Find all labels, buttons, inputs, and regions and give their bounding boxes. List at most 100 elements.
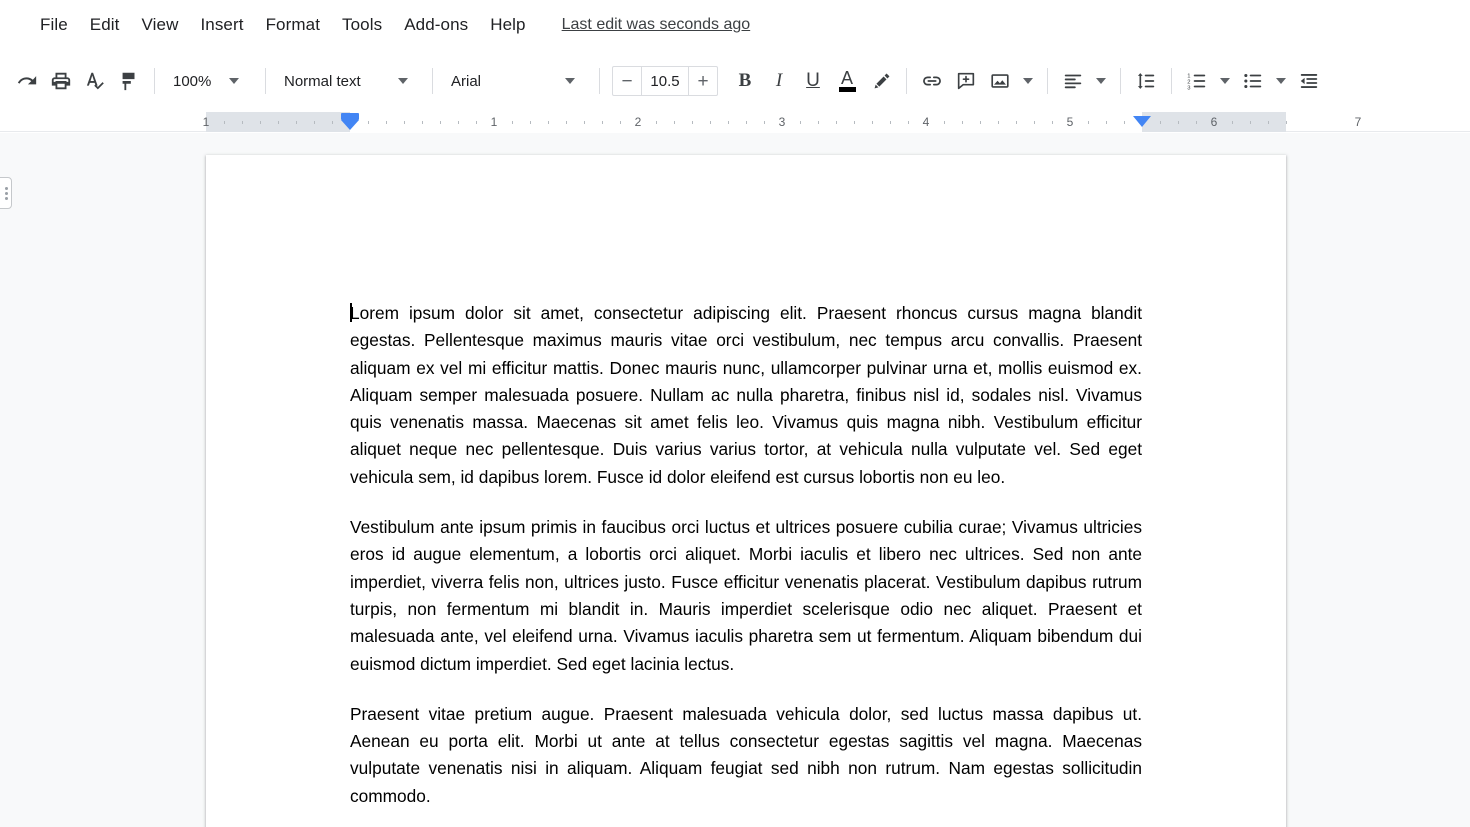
font-family-label: Arial	[451, 72, 482, 90]
ruler-number: 1	[202, 115, 210, 129]
print-button[interactable]	[44, 64, 78, 98]
ruler-tick	[818, 121, 819, 124]
insert-link-icon	[921, 70, 943, 92]
ruler-tick	[908, 121, 909, 124]
ruler-tick	[1250, 121, 1251, 124]
decrease-font-size-button[interactable]: −	[613, 67, 641, 95]
decrease-indent-icon	[1298, 70, 1320, 92]
menu-bar: File Edit View Insert Format Tools Add-o…	[0, 0, 1470, 50]
ruler-number: 2	[634, 115, 642, 129]
toolbar-separator	[906, 68, 907, 94]
chevron-down-icon	[1220, 78, 1230, 84]
ruler-tick	[1178, 121, 1179, 124]
zoom-level-label: 100%	[173, 72, 212, 90]
ruler-tick	[566, 121, 567, 124]
font-size-input[interactable]: 10.5	[641, 67, 689, 95]
ruler-tick	[620, 121, 621, 124]
ruler-number: 5	[1066, 115, 1074, 129]
text-color-button[interactable]: A	[830, 64, 864, 98]
numbered-list-options-button[interactable]	[1214, 65, 1236, 97]
left-indent-marker[interactable]	[341, 112, 359, 132]
insert-image-button[interactable]	[983, 64, 1017, 98]
ruler-number: 1	[490, 115, 498, 129]
insert-image-icon	[989, 70, 1011, 92]
font-family-selector[interactable]: Arial	[441, 65, 591, 97]
ruler-tick	[278, 121, 279, 124]
document-canvas[interactable]: Lorem ipsum dolor sit amet, consectetur …	[0, 133, 1470, 827]
ruler-tick	[1106, 121, 1107, 124]
italic-icon: I	[775, 70, 783, 91]
highlight-color-button[interactable]	[864, 64, 898, 98]
zoom-selector[interactable]: 100%	[163, 65, 257, 97]
add-comment-icon	[955, 70, 977, 92]
left-indent-icon	[341, 120, 359, 130]
spellcheck-button[interactable]	[78, 64, 112, 98]
chevron-down-icon	[1276, 78, 1286, 84]
highlight-pen-icon	[871, 71, 892, 92]
ruler-tick	[386, 121, 387, 124]
document-outline-toggle[interactable]	[0, 177, 12, 209]
document-paragraph[interactable]: Lorem ipsum dolor sit amet, consectetur …	[350, 300, 1142, 491]
paragraph-style-selector[interactable]: Normal text	[274, 65, 424, 97]
text-color-icon: A	[838, 69, 856, 92]
toolbar-separator	[154, 68, 155, 94]
line-spacing-button[interactable]	[1129, 64, 1163, 98]
ruler-tick	[962, 121, 963, 124]
ruler-tick	[404, 121, 405, 124]
ruler[interactable]: 1 1 2 3 4 5 6 7	[0, 112, 1470, 132]
bold-button[interactable]: B	[728, 64, 762, 98]
right-indent-icon	[1133, 116, 1151, 127]
menu-file[interactable]: File	[30, 11, 78, 39]
menu-tools[interactable]: Tools	[332, 11, 392, 39]
ruler-tick	[836, 121, 837, 124]
ruler-tick	[512, 121, 513, 124]
ruler-tick	[440, 121, 441, 124]
right-indent-marker[interactable]	[1133, 112, 1151, 132]
ruler-tick	[260, 121, 261, 124]
document-text-body[interactable]: Lorem ipsum dolor sit amet, consectetur …	[350, 300, 1142, 810]
menu-insert[interactable]: Insert	[190, 11, 253, 39]
menu-format[interactable]: Format	[256, 11, 330, 39]
insert-link-button[interactable]	[915, 64, 949, 98]
toolbar-separator	[1120, 68, 1121, 94]
ruler-number: 7	[1354, 115, 1362, 129]
bold-icon: B	[738, 70, 752, 91]
decrease-indent-button[interactable]	[1292, 64, 1326, 98]
redo-button[interactable]	[10, 64, 44, 98]
ruler-track: 1 1 2 3 4 5 6 7	[0, 112, 1470, 132]
numbered-list-icon: 1 2 3	[1186, 70, 1208, 92]
insert-image-options-button[interactable]	[1017, 65, 1039, 97]
numbered-list-button[interactable]: 1 2 3	[1180, 64, 1214, 98]
chevron-down-icon	[565, 78, 575, 84]
redo-icon	[16, 70, 38, 92]
last-edit-status[interactable]: Last edit was seconds ago	[562, 16, 751, 34]
align-options-button[interactable]	[1090, 65, 1112, 97]
chevron-down-icon	[229, 78, 239, 84]
ruler-tick	[998, 121, 999, 124]
document-paragraph[interactable]: Vestibulum ante ipsum primis in faucibus…	[350, 514, 1142, 678]
align-button[interactable]	[1056, 64, 1090, 98]
italic-button[interactable]: I	[762, 64, 796, 98]
paint-format-button[interactable]	[112, 64, 146, 98]
increase-font-size-button[interactable]: +	[689, 67, 717, 95]
bulleted-list-options-button[interactable]	[1270, 65, 1292, 97]
ruler-tick	[764, 121, 765, 124]
bulleted-list-button[interactable]	[1236, 64, 1270, 98]
add-comment-button[interactable]	[949, 64, 983, 98]
document-page[interactable]: Lorem ipsum dolor sit amet, consectetur …	[206, 155, 1286, 827]
align-left-icon	[1062, 70, 1084, 92]
chevron-down-icon	[398, 78, 408, 84]
menu-addons[interactable]: Add-ons	[394, 11, 478, 39]
ruler-tick	[854, 121, 855, 124]
underline-button[interactable]: U	[796, 64, 830, 98]
ruler-tick	[458, 121, 459, 124]
ruler-tick	[602, 121, 603, 124]
menu-edit[interactable]: Edit	[80, 11, 130, 39]
document-paragraph[interactable]: Praesent vitae pretium augue. Praesent m…	[350, 701, 1142, 810]
text-color-swatch	[838, 86, 856, 92]
menu-help[interactable]: Help	[480, 11, 535, 39]
ruler-tick	[872, 121, 873, 124]
ruler-tick	[548, 121, 549, 124]
menu-view[interactable]: View	[132, 11, 189, 39]
ruler-tick	[1088, 121, 1089, 124]
